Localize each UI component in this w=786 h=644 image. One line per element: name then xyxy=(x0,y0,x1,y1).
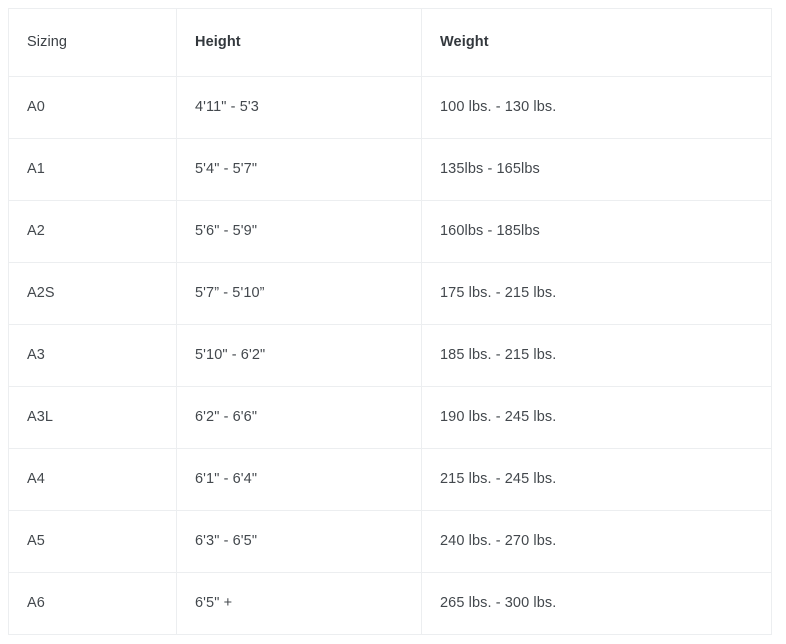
table-header-row: Sizing Height Weight xyxy=(8,8,772,77)
cell-weight: 190 lbs. - 245 lbs. xyxy=(421,386,772,449)
table-row: A3L 6'2" - 6'6" 190 lbs. - 245 lbs. xyxy=(8,386,772,449)
table-header: Sizing Height Weight xyxy=(8,8,772,77)
cell-sizing: A0 xyxy=(8,76,177,139)
cell-sizing: A2S xyxy=(8,262,177,325)
table-row: A2S 5'7” - 5'10” 175 lbs. - 215 lbs. xyxy=(8,262,772,325)
cell-height: 5'10" - 6'2" xyxy=(176,324,422,387)
cell-sizing: A6 xyxy=(8,572,177,635)
table-row: A0 4'11" - 5'3 100 lbs. - 130 lbs. xyxy=(8,76,772,139)
cell-weight: 100 lbs. - 130 lbs. xyxy=(421,76,772,139)
table-row: A6 6'5" + 265 lbs. - 300 lbs. xyxy=(8,572,772,635)
cell-weight: 215 lbs. - 245 lbs. xyxy=(421,448,772,511)
cell-weight: 160lbs - 185lbs xyxy=(421,200,772,263)
table-body: A0 4'11" - 5'3 100 lbs. - 130 lbs. A1 5'… xyxy=(8,76,772,635)
cell-sizing: A4 xyxy=(8,448,177,511)
table-row: A2 5'6" - 5'9" 160lbs - 185lbs xyxy=(8,200,772,263)
cell-weight: 265 lbs. - 300 lbs. xyxy=(421,572,772,635)
cell-height: 4'11" - 5'3 xyxy=(176,76,422,139)
page-root: Sizing Height Weight A0 4'11" - 5'3 100 … xyxy=(0,0,786,644)
cell-height: 5'6" - 5'9" xyxy=(176,200,422,263)
cell-weight: 175 lbs. - 215 lbs. xyxy=(421,262,772,325)
cell-height: 6'1" - 6'4" xyxy=(176,448,422,511)
column-header-weight: Weight xyxy=(421,8,772,77)
cell-sizing: A5 xyxy=(8,510,177,573)
cell-height: 5'4" - 5'7" xyxy=(176,138,422,201)
table-row: A5 6'3" - 6'5" 240 lbs. - 270 lbs. xyxy=(8,510,772,573)
table-row: A3 5'10" - 6'2" 185 lbs. - 215 lbs. xyxy=(8,324,772,387)
cell-weight: 135lbs - 165lbs xyxy=(421,138,772,201)
column-header-sizing: Sizing xyxy=(8,8,177,77)
table-row: A1 5'4" - 5'7" 135lbs - 165lbs xyxy=(8,138,772,201)
cell-sizing: A3 xyxy=(8,324,177,387)
cell-height: 6'3" - 6'5" xyxy=(176,510,422,573)
cell-height: 6'2" - 6'6" xyxy=(176,386,422,449)
table-row: A4 6'1" - 6'4" 215 lbs. - 245 lbs. xyxy=(8,448,772,511)
cell-height: 5'7” - 5'10” xyxy=(176,262,422,325)
cell-weight: 185 lbs. - 215 lbs. xyxy=(421,324,772,387)
cell-height: 6'5" + xyxy=(176,572,422,635)
column-header-height: Height xyxy=(176,8,422,77)
cell-sizing: A1 xyxy=(8,138,177,201)
cell-weight: 240 lbs. - 270 lbs. xyxy=(421,510,772,573)
sizing-chart-table: Sizing Height Weight A0 4'11" - 5'3 100 … xyxy=(8,8,772,635)
cell-sizing: A2 xyxy=(8,200,177,263)
cell-sizing: A3L xyxy=(8,386,177,449)
